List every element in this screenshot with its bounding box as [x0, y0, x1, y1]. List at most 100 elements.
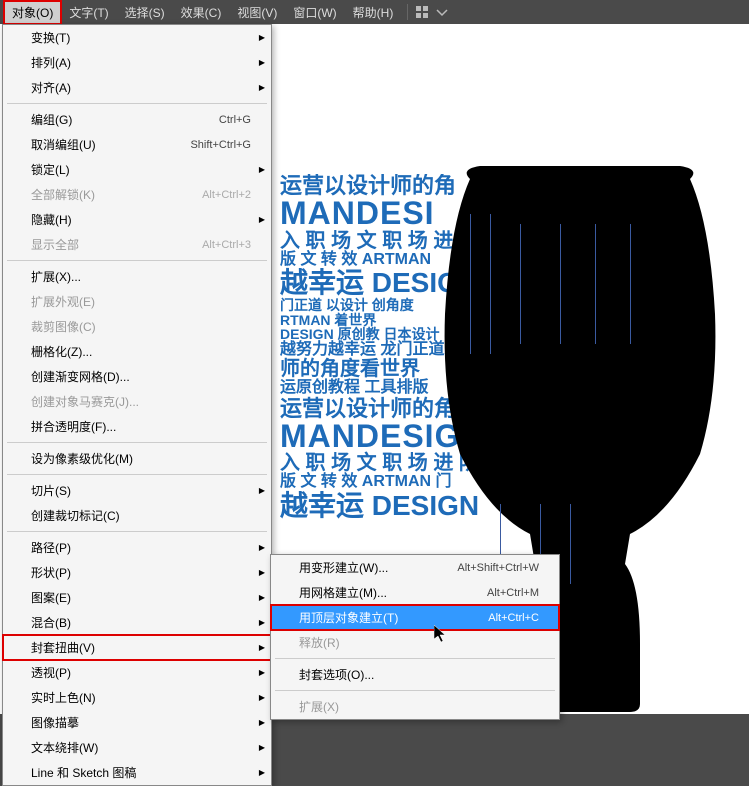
menu-item-label: 隐藏(H): [31, 211, 72, 228]
menu-item[interactable]: 扩展(X)...: [3, 264, 271, 289]
menu-item-label: 对齐(A): [31, 79, 71, 96]
menu-select[interactable]: 选择(S): [117, 1, 173, 24]
menu-separator: [7, 531, 267, 532]
menu-item: 显示全部 Alt+Ctrl+3: [3, 232, 271, 257]
menu-item[interactable]: 编组(G) Ctrl+G: [3, 107, 271, 132]
menu-item-label: 图像描摹: [31, 714, 79, 731]
menu-item[interactable]: 排列(A): [3, 50, 271, 75]
submenu-item: 释放(R): [271, 630, 559, 655]
submenu-item[interactable]: 用顶层对象建立(T) Alt+Ctrl+C: [271, 605, 559, 630]
menu-item-label: 封套扭曲(V): [31, 639, 95, 656]
menu-item-shortcut: Alt+Ctrl+2: [202, 189, 251, 201]
menu-item-shortcut: Alt+Ctrl+3: [202, 239, 251, 251]
selection-guide: [595, 224, 596, 344]
selection-guide: [630, 224, 631, 344]
menu-item[interactable]: 设为像素级优化(M): [3, 446, 271, 471]
chevron-down-icon[interactable]: [434, 4, 450, 20]
menu-item-shortcut: Alt+Ctrl+M: [487, 587, 539, 599]
object-menu-dropdown: 变换(T) 排列(A) 对齐(A) 编组(G) Ctrl+G 取消编组(U) Shift+C…: [2, 24, 272, 786]
submenu-item[interactable]: 用网格建立(M)... Alt+Ctrl+M: [271, 580, 559, 605]
submenu-item[interactable]: 封套选项(O)...: [271, 662, 559, 687]
menu-item[interactable]: 实时上色(N): [3, 685, 271, 710]
menu-item[interactable]: 对齐(A): [3, 75, 271, 100]
menu-view[interactable]: 视图(V): [229, 1, 285, 24]
menu-item[interactable]: 变换(T): [3, 25, 271, 50]
menu-item[interactable]: 透视(P): [3, 660, 271, 685]
menu-item[interactable]: 路径(P): [3, 535, 271, 560]
menu-item[interactable]: 切片(S): [3, 478, 271, 503]
menu-item[interactable]: 创建渐变网格(D)...: [3, 364, 271, 389]
menu-item-label: 编组(G): [31, 111, 72, 128]
menu-item: 扩展外观(E): [3, 289, 271, 314]
menu-item-label: 锁定(L): [31, 161, 70, 178]
menu-item-label: 排列(A): [31, 54, 71, 71]
menu-item[interactable]: 文本绕排(W): [3, 735, 271, 760]
selection-guide: [490, 214, 491, 354]
menu-item-label: 路径(P): [31, 539, 71, 556]
menu-item-label: 透视(P): [31, 664, 71, 681]
menu-help[interactable]: 帮助(H): [345, 1, 402, 24]
menu-item: 全部解锁(K) Alt+Ctrl+2: [3, 182, 271, 207]
menu-item[interactable]: 图案(E): [3, 585, 271, 610]
menu-separator: [7, 474, 267, 475]
menu-effect[interactable]: 效果(C): [173, 1, 230, 24]
menu-item-label: 用网格建立(M)...: [299, 584, 387, 601]
menu-window[interactable]: 窗口(W): [285, 1, 344, 24]
menu-item-shortcut: Alt+Shift+Ctrl+W: [457, 562, 539, 574]
menu-item-label: 形状(P): [31, 564, 71, 581]
selection-guide: [470, 214, 471, 354]
menu-item-label: Line 和 Sketch 图稿: [31, 764, 136, 781]
menu-item-label: 创建对象马赛克(J)...: [31, 393, 139, 410]
menu-item: 裁剪图像(C): [3, 314, 271, 339]
menu-item[interactable]: 隐藏(H): [3, 207, 271, 232]
menu-item-shortcut: Alt+Ctrl+C: [488, 612, 539, 624]
menu-item[interactable]: 栅格化(Z)...: [3, 339, 271, 364]
menu-item-label: 变换(T): [31, 29, 70, 46]
menu-item-label: 栅格化(Z)...: [31, 343, 92, 360]
menu-item-label: 显示全部: [31, 236, 79, 253]
menubar: 对象(O) 文字(T) 选择(S) 效果(C) 视图(V) 窗口(W) 帮助(H…: [0, 0, 749, 24]
menu-separator: [7, 103, 267, 104]
menu-item-label: 切片(S): [31, 482, 71, 499]
menu-item-label: 实时上色(N): [31, 689, 96, 706]
submenu-item[interactable]: 用变形建立(W)... Alt+Shift+Ctrl+W: [271, 555, 559, 580]
menu-item[interactable]: 封套扭曲(V): [3, 635, 271, 660]
mouse-cursor-icon: [434, 625, 448, 643]
selection-guide: [560, 224, 561, 344]
menu-item-label: 扩展(X): [299, 698, 339, 715]
menu-item-label: 封套选项(O)...: [299, 666, 374, 683]
menu-item-label: 扩展(X)...: [31, 268, 81, 285]
menu-item-label: 混合(B): [31, 614, 71, 631]
menu-item: 创建对象马赛克(J)...: [3, 389, 271, 414]
submenu-item: 扩展(X): [271, 694, 559, 719]
menu-item[interactable]: 形状(P): [3, 560, 271, 585]
menu-item-label: 图案(E): [31, 589, 71, 606]
menu-item-label: 拼合透明度(F)...: [31, 418, 116, 435]
menu-item[interactable]: Line 和 Sketch 图稿: [3, 760, 271, 785]
menu-item-shortcut: Ctrl+G: [219, 114, 251, 126]
menu-object[interactable]: 对象(O): [4, 1, 61, 24]
menu-item[interactable]: 拼合透明度(F)...: [3, 414, 271, 439]
menu-item-label: 文本绕排(W): [31, 739, 98, 756]
menu-item-label: 释放(R): [299, 634, 340, 651]
menu-separator: [7, 442, 267, 443]
menubar-divider: [407, 4, 408, 20]
menu-item[interactable]: 取消编组(U) Shift+Ctrl+G: [3, 132, 271, 157]
workspace-icon[interactable]: [414, 4, 430, 20]
menu-item-label: 用变形建立(W)...: [299, 559, 388, 576]
selection-guide: [520, 224, 521, 344]
menu-separator: [275, 658, 555, 659]
menu-item[interactable]: 混合(B): [3, 610, 271, 635]
envelope-distort-submenu: 用变形建立(W)... Alt+Shift+Ctrl+W 用网格建立(M)... Al…: [270, 554, 560, 720]
menu-item-label: 用顶层对象建立(T): [299, 609, 398, 626]
menu-item-shortcut: Shift+Ctrl+G: [190, 139, 251, 151]
menu-type[interactable]: 文字(T): [61, 1, 116, 24]
menu-item-label: 创建渐变网格(D)...: [31, 368, 130, 385]
menu-item[interactable]: 创建裁切标记(C): [3, 503, 271, 528]
menu-item[interactable]: 锁定(L): [3, 157, 271, 182]
menu-item-label: 取消编组(U): [31, 136, 96, 153]
menu-separator: [7, 260, 267, 261]
menu-item-label: 设为像素级优化(M): [31, 450, 133, 467]
menu-item-label: 全部解锁(K): [31, 186, 95, 203]
menu-item-label: 裁剪图像(C): [31, 318, 96, 335]
